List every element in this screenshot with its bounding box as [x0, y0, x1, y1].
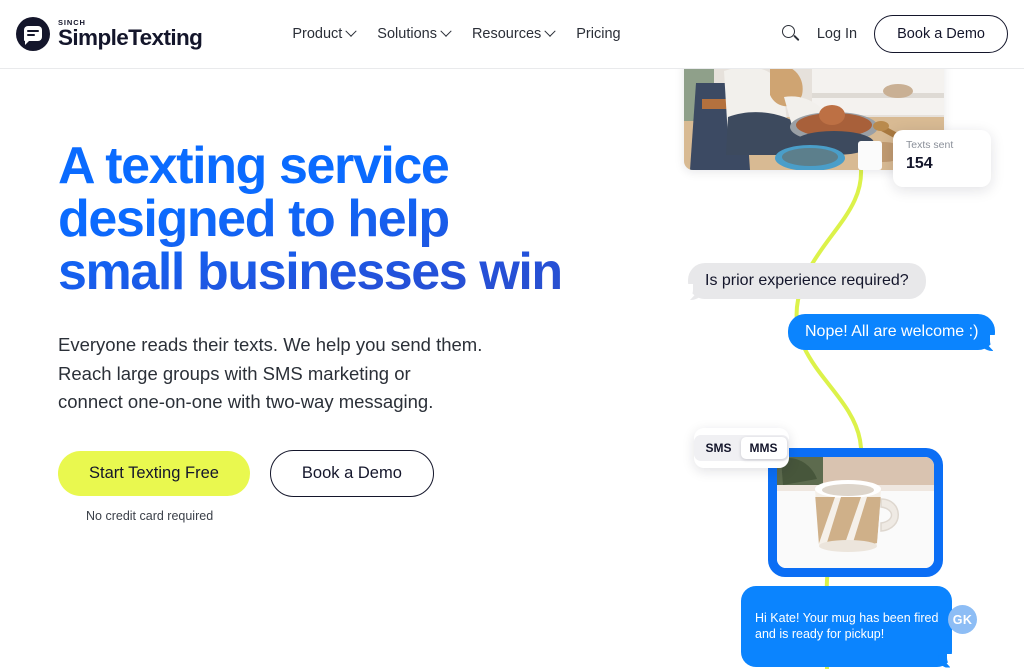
avatar: GK: [948, 605, 977, 634]
brand-wordmark: SINCH SimpleTexting: [58, 18, 203, 50]
message-bubble-mug-ready: Hi Kate! Your mug has been fired and is …: [741, 586, 958, 668]
stat-value: 154: [906, 155, 933, 172]
site-header: SINCH SimpleTexting Product Solutions Re…: [0, 0, 1024, 69]
speech-bubble-icon: [16, 17, 50, 51]
chevron-down-icon: [440, 25, 452, 37]
message-bubble-incoming: Is prior experience required?: [683, 263, 926, 300]
chevron-down-icon: [544, 25, 556, 37]
start-texting-free-button[interactable]: Start Texting Free: [58, 450, 250, 496]
texts-sent-card: Texts sent 154: [893, 130, 991, 187]
nav-item-product[interactable]: Product: [292, 25, 357, 42]
login-link[interactable]: Log In: [817, 26, 857, 42]
hero-cta-row: Start Texting Free Book a Demo: [58, 449, 638, 497]
message-bubble-outgoing: Nope! All are welcome :): [788, 314, 1001, 351]
nav-item-resources[interactable]: Resources: [471, 25, 556, 42]
book-a-demo-button-hero[interactable]: Book a Demo: [269, 449, 434, 497]
book-a-demo-button[interactable]: Book a Demo: [874, 15, 1008, 53]
segment-sms[interactable]: SMS: [696, 437, 740, 459]
brand-logo[interactable]: SINCH SimpleTexting: [16, 17, 203, 51]
no-credit-card-note: No credit card required: [86, 508, 214, 523]
message-type-toggle-card: SMS MMS: [694, 428, 789, 468]
message-text: Nope! All are welcome :): [805, 323, 979, 340]
nav-label: Product: [292, 26, 343, 42]
sms-mms-segmented-control: SMS MMS: [694, 435, 789, 461]
segment-mms[interactable]: MMS: [740, 437, 787, 459]
landing-page: SINCH SimpleTexting Product Solutions Re…: [0, 0, 1024, 669]
nav-label: Resources: [471, 26, 542, 42]
message-text: Hi Kate! Your mug has been fired and is …: [755, 610, 939, 642]
search-icon[interactable]: [781, 25, 800, 43]
nav-item-pricing[interactable]: Pricing: [576, 26, 620, 42]
page-title: A texting service designed to help small…: [58, 139, 638, 299]
nav-label: Solutions: [377, 26, 437, 42]
mug-image-frame: [768, 448, 943, 577]
main-navigation: Product Solutions Resources Pricing: [292, 25, 621, 42]
striped-ceramic-mug-photo: [777, 457, 934, 568]
hero-copy: A texting service designed to help small…: [58, 139, 638, 523]
hero-subheading: Everyone reads their texts. We help you …: [58, 334, 483, 413]
hero-illustration: Texts sent 154 Is prior experience requi…: [655, 0, 1024, 669]
stat-label: Texts sent: [906, 139, 954, 151]
header-actions: Log In Book a Demo: [781, 15, 1008, 53]
nav-item-solutions[interactable]: Solutions: [377, 25, 452, 42]
brand-name: SimpleTexting: [58, 25, 203, 50]
message-text: Is prior experience required?: [705, 272, 909, 289]
nav-label: Pricing: [576, 26, 621, 42]
chevron-down-icon: [345, 25, 357, 37]
